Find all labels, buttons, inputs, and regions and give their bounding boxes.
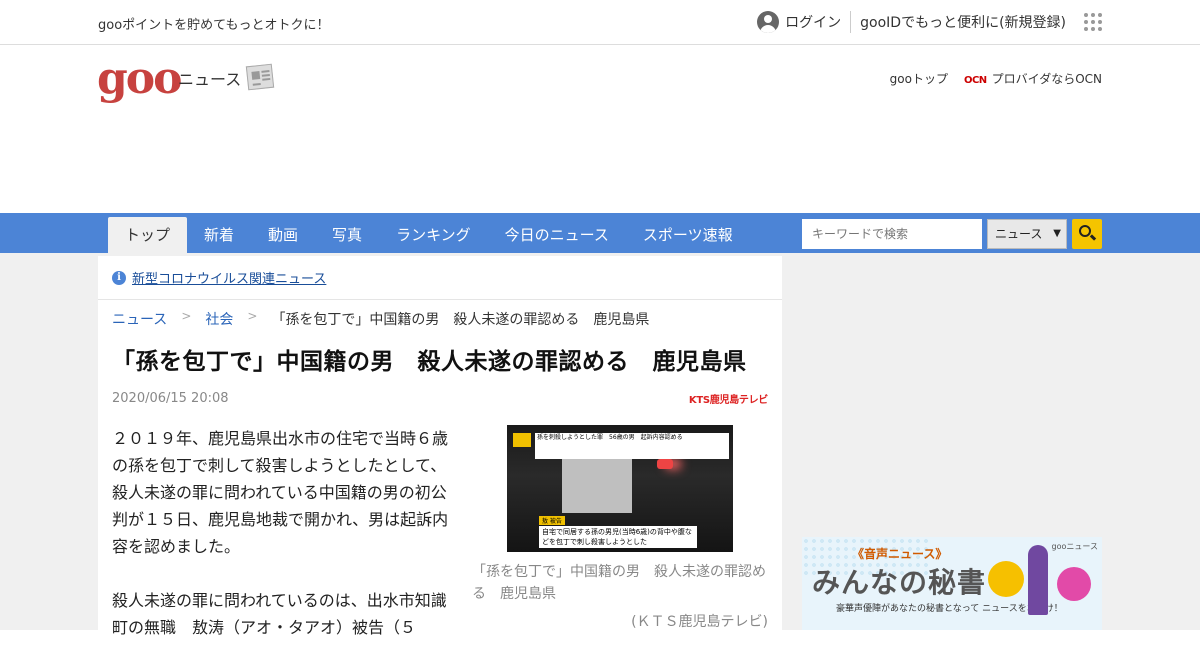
article-headline: 「孫を包丁で」中国籍の男 殺人未遂の罪認める 鹿児島県	[112, 349, 747, 375]
character-illustration	[1057, 567, 1091, 601]
main-nav: トップ 新着 動画 写真 ランキング 今日のニュース スポーツ速報 ニュース ▼	[0, 213, 1200, 253]
article-paragraph: ２０１９年、鹿児島県出水市の住宅で当時６歳の孫を包丁で刺して殺害しようとしたとし…	[112, 429, 449, 556]
banner-title: みんなの秘書	[812, 566, 987, 599]
breadcrumb-separator-icon: >	[247, 309, 258, 323]
ocn-logo-icon: OCN	[963, 75, 987, 86]
top-bar: gooポイントを貯めてもっとオトクに！ ログイン gooIDでもっと便利に(新規…	[0, 0, 1200, 45]
user-icon	[757, 11, 780, 33]
banner-voice-label: 《音声ニュース》	[852, 547, 948, 561]
article: i 新型コロナウイルス関連ニュース ニュース > 社会 > 「孫を包丁で」中国籍…	[98, 256, 782, 637]
breadcrumb: ニュース > 社会 > 「孫を包丁で」中国籍の男 殺人未遂の罪認める 鹿児島県	[112, 309, 649, 329]
search-scope-value: ニュース	[995, 227, 1043, 241]
goo-top-link[interactable]: gooトップ	[890, 70, 948, 87]
character-illustration	[1028, 545, 1048, 615]
search-button[interactable]	[1072, 219, 1102, 249]
banner-goo-news: gooニュース	[1051, 542, 1098, 551]
photo-caption-bottom: 自宅で同居する孫の男児(当時6歳)の背中や腹などを包丁で刺し殺害しようとした	[539, 526, 697, 548]
site-header: goo ニュース gooトップ OCN プロバイダならOCN	[0, 45, 1200, 213]
tab-sports[interactable]: スポーツ速報	[626, 217, 750, 253]
kts-source-logo[interactable]: KTS鹿児島テレビ	[689, 391, 768, 406]
apps-grid-icon[interactable]	[1084, 13, 1102, 31]
ocn-label: プロバイダならOCN	[991, 72, 1102, 86]
newspaper-icon	[245, 63, 275, 91]
photo-caption-top: 孫を刺殺しようとした罪 56歳の男 起訴内容認める	[535, 433, 729, 459]
points-promo-link[interactable]: gooポイントを貯めてもっとオトクに！	[98, 14, 330, 33]
photo-credit: (ＫＴＳ鹿児島テレビ)	[631, 614, 768, 630]
tab-new[interactable]: 新着	[187, 217, 251, 253]
ocn-link[interactable]: OCN プロバイダならOCN	[964, 70, 1102, 87]
register-link[interactable]: gooIDでもっと便利に(新規登録)	[851, 12, 1066, 32]
article-body: ２０１９年、鹿児島県出水市の住宅で当時６歳の孫を包丁で刺して殺害しようとしたとし…	[112, 425, 457, 668]
article-photo[interactable]: 孫を刺殺しようとした罪 56歳の男 起訴内容認める 敖 被告 自宅で同居する孫の…	[507, 425, 733, 552]
voice-news-banner[interactable]: 《音声ニュース》 gooニュース みんなの秘書 豪華声優陣があなたの秘書となって…	[802, 537, 1102, 630]
tab-video[interactable]: 動画	[251, 217, 315, 253]
covid-news-link[interactable]: 新型コロナウイルス関連ニュース	[132, 268, 326, 287]
breadcrumb-separator-icon: >	[181, 309, 192, 323]
covid-notice: i 新型コロナウイルス関連ニュース	[98, 256, 782, 300]
dropdown-arrow-icon: ▼	[1053, 228, 1061, 239]
search-input[interactable]	[802, 219, 982, 249]
article-paragraph: 殺人未遂の罪に問われているのは、出水市知識町の無職 敖涛（アオ・タアオ）被告（５	[112, 591, 447, 637]
article-date: 2020/06/15 20:08	[112, 391, 229, 406]
goo-logo[interactable]: goo	[97, 57, 182, 101]
photo-caption: 「孫を包丁で」中国籍の男 殺人未遂の罪認める 鹿児島県	[472, 564, 766, 602]
article-figure: 孫を刺殺しようとした罪 56歳の男 起訴内容認める 敖 被告 自宅で同居する孫の…	[472, 425, 768, 631]
breadcrumb-news[interactable]: ニュース	[112, 309, 167, 329]
breadcrumb-current: 「孫を包丁で」中国籍の男 殺人未遂の罪認める 鹿児島県	[271, 312, 650, 328]
photo-tag: 敖 被告	[539, 516, 565, 525]
login-link[interactable]: ログイン	[757, 11, 852, 33]
info-icon: i	[112, 270, 126, 285]
search-scope-select[interactable]: ニュース ▼	[987, 219, 1067, 249]
header-links: gooトップ OCN プロバイダならOCN	[890, 70, 1102, 87]
tab-ranking[interactable]: ランキング	[379, 217, 488, 253]
breadcrumb-society[interactable]: 社会	[205, 309, 233, 329]
tab-today[interactable]: 今日のニュース	[488, 217, 626, 253]
tab-photo[interactable]: 写真	[315, 217, 379, 253]
news-section-title[interactable]: ニュース	[178, 66, 241, 90]
tab-top[interactable]: トップ	[108, 217, 188, 253]
login-label: ログイン	[785, 15, 842, 31]
account-area: ログイン gooIDでもっと便利に(新規登録)	[757, 10, 1102, 34]
character-illustration	[988, 561, 1024, 597]
